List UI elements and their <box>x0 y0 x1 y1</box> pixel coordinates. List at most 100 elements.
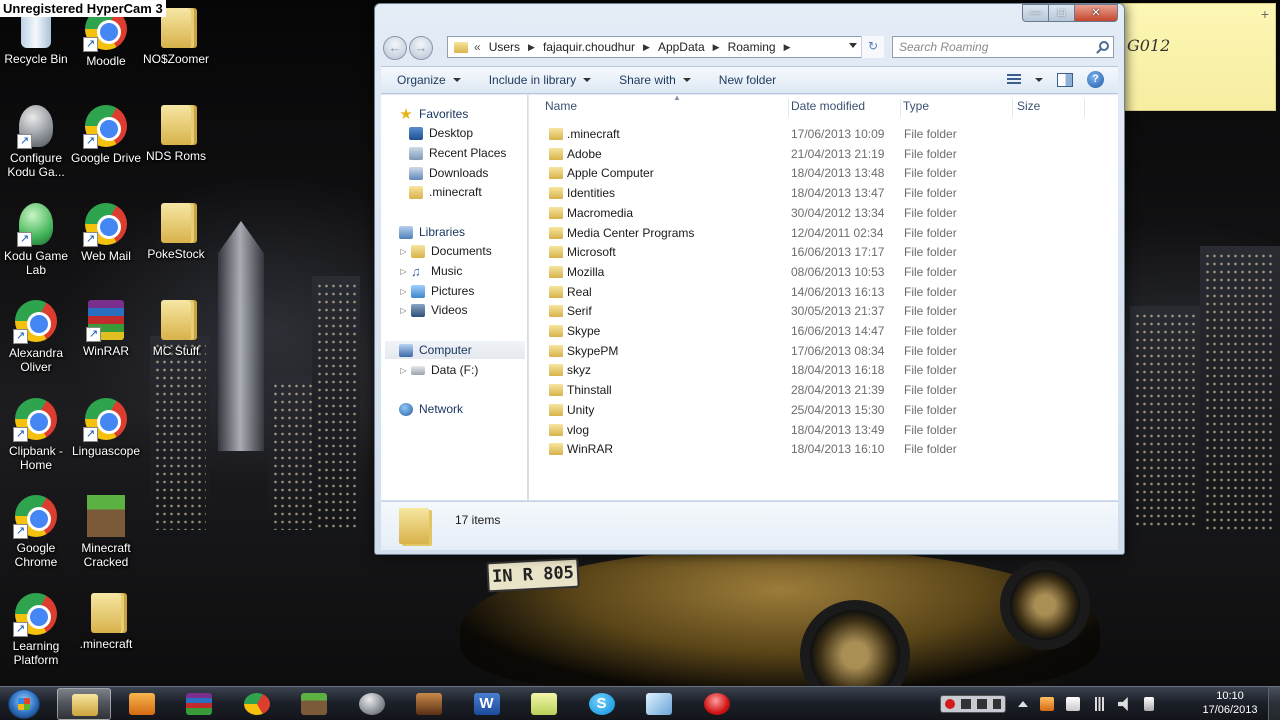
desktop-icon-google-chrome[interactable]: Google Chrome <box>0 495 72 569</box>
recording-controls[interactable] <box>940 695 1006 713</box>
nav-item-minecraft[interactable]: .minecraft <box>409 183 482 201</box>
change-view-icon[interactable] <box>1007 73 1021 86</box>
show-hidden-icons-icon[interactable] <box>1018 701 1028 707</box>
desktop-icon-learning-platform[interactable]: Learning Platform <box>0 593 72 667</box>
table-row[interactable]: skyz 18/04/2013 16:18 File folder <box>529 361 1109 380</box>
chevron-right-icon[interactable]: ▶ <box>784 42 791 53</box>
table-row[interactable]: Apple Computer 18/04/2013 13:48 File folde… <box>529 164 1109 183</box>
sticky-add-icon[interactable]: + <box>1261 6 1269 22</box>
taskbar-button-sticky-notes[interactable] <box>517 688 571 720</box>
taskbar-button-kodu[interactable] <box>345 688 399 720</box>
desktop-icon-pokestock[interactable]: PokeStock <box>140 203 212 261</box>
expand-arrow-icon[interactable]: ▷ <box>399 247 408 256</box>
tray-app-icon[interactable] <box>1040 697 1054 711</box>
show-desktop-button[interactable] <box>1268 687 1280 720</box>
taskbar-button-chrome[interactable] <box>230 688 284 720</box>
table-row[interactable]: Thinstall 28/04/2013 21:39 File folder <box>529 381 1109 400</box>
taskbar-button-skype[interactable]: S <box>575 688 629 720</box>
power-icon[interactable] <box>1144 697 1154 711</box>
expand-arrow-icon[interactable]: ▷ <box>399 306 408 315</box>
desktop-icon-mc-stuff[interactable]: MC Stuff <box>140 300 212 358</box>
table-row[interactable]: .minecraft 17/06/2013 10:09 File folder <box>529 125 1109 144</box>
nav-item-pictures[interactable]: ▷ Pictures <box>399 282 474 300</box>
chevron-right-icon[interactable]: ▶ <box>713 42 720 53</box>
taskbar-button-media-player[interactable] <box>115 688 169 720</box>
address-bar[interactable]: « Users ▶ fajaquir.choudhur ▶ AppData ▶ … <box>447 36 884 58</box>
taskbar-clock[interactable]: 10:10 17/06/2013 <box>1196 689 1264 717</box>
nav-item-recent-places[interactable]: Recent Places <box>409 144 506 162</box>
table-row[interactable]: Serif 30/05/2013 21:37 File folder <box>529 302 1109 321</box>
desktop-icon-clipbank[interactable]: Clipbank - Home <box>0 398 72 472</box>
nav-favorites[interactable]: ★ Favorites <box>399 105 468 123</box>
nav-item-videos[interactable]: ▷ Videos <box>399 301 467 319</box>
expand-arrow-icon[interactable]: ▷ <box>399 287 408 296</box>
record-close-icon[interactable] <box>993 699 1001 709</box>
preview-pane-icon[interactable] <box>1057 72 1073 87</box>
nav-item-data-drive[interactable]: ▷ Data (F:) <box>399 361 478 379</box>
share-with-menu[interactable]: Share with <box>619 73 691 87</box>
breadcrumb-roaming[interactable]: Roaming <box>728 40 776 54</box>
chevron-right-icon[interactable]: ▶ <box>528 42 535 53</box>
table-row[interactable]: Adobe 21/04/2013 21:19 File folder <box>529 145 1109 164</box>
desktop-icon-configure-kodu[interactable]: Configure Kodu Ga... <box>0 105 72 179</box>
help-icon[interactable]: ? <box>1087 71 1104 88</box>
action-center-flag-icon[interactable] <box>1066 697 1080 711</box>
desktop-icon-google-drive[interactable]: Google Drive <box>70 105 142 165</box>
sticky-note[interactable]: + G012 <box>1120 3 1276 111</box>
breadcrumb-overflow[interactable]: « <box>474 40 481 54</box>
desktop-icon-linguascope[interactable]: Linguascope <box>70 398 142 458</box>
chevron-down-icon[interactable] <box>1035 77 1043 82</box>
taskbar-button-game-character[interactable] <box>402 688 456 720</box>
desktop-icon-nds-roms[interactable]: NDS Roms <box>140 105 212 163</box>
desktop-icon-kodu-game-lab[interactable]: Kodu Game Lab <box>0 203 72 277</box>
nav-item-documents[interactable]: ▷ Documents <box>399 242 491 260</box>
back-button[interactable]: ← <box>383 36 407 60</box>
desktop-icon-web-mail[interactable]: Web Mail <box>70 203 142 263</box>
navigation-pane[interactable]: ★ Favorites Desktop Recent Places Downloa… <box>381 95 528 500</box>
breadcrumb-users[interactable]: Users <box>489 40 520 54</box>
search-input[interactable]: Search Roaming <box>892 36 1114 58</box>
table-row[interactable]: Unity 25/04/2013 15:30 File folder <box>529 401 1109 420</box>
record-stop-icon[interactable] <box>961 699 971 709</box>
include-in-library-menu[interactable]: Include in library <box>489 73 592 87</box>
expand-arrow-icon[interactable]: ▷ <box>399 366 408 375</box>
taskbar-button-word[interactable]: W <box>460 688 514 720</box>
taskbar-button-explorer[interactable] <box>57 688 111 720</box>
taskbar-button-recording[interactable] <box>690 688 744 720</box>
taskbar-button-minecraft[interactable] <box>287 688 341 720</box>
chevron-right-icon[interactable]: ▶ <box>643 42 650 53</box>
close-button[interactable]: ✕ <box>1074 4 1118 22</box>
taskbar-button-snipping-tool[interactable] <box>632 688 686 720</box>
nav-item-music[interactable]: ▷ ♫ Music <box>399 262 462 280</box>
table-row[interactable]: WinRAR 18/04/2013 16:10 File folder <box>529 440 1109 459</box>
desktop-icon-minecraft-folder[interactable]: .minecraft <box>70 593 142 651</box>
forward-button[interactable]: → <box>409 36 433 60</box>
nav-libraries[interactable]: Libraries <box>399 223 465 241</box>
minimize-button[interactable]: — <box>1022 4 1048 22</box>
start-button[interactable] <box>8 689 40 719</box>
expand-arrow-icon[interactable]: ▷ <box>399 267 408 276</box>
explorer-window[interactable]: — □ ✕ ← → « Users ▶ fajaquir.choudhur ▶ … <box>374 3 1125 555</box>
new-folder-button[interactable]: New folder <box>719 73 776 87</box>
table-row[interactable]: Macromedia 30/04/2012 13:34 File folder <box>529 204 1109 223</box>
volume-icon[interactable] <box>1118 697 1128 711</box>
desktop-icon-moodle[interactable]: Moodle <box>70 8 142 68</box>
breadcrumb-user[interactable]: fajaquir.choudhur <box>543 40 635 54</box>
column-header-date[interactable]: Date modified <box>791 99 901 117</box>
column-header-type[interactable]: Type <box>903 99 1013 117</box>
desktop-icon-alexandra-oliver[interactable]: Alexandra Oliver <box>0 300 72 374</box>
table-row[interactable]: Real 14/06/2013 16:13 File folder <box>529 283 1109 302</box>
record-pause-icon[interactable] <box>945 699 955 709</box>
nav-computer[interactable]: Computer <box>385 341 525 359</box>
address-history-dropdown[interactable] <box>849 43 857 48</box>
column-header-size[interactable]: Size <box>1017 99 1085 117</box>
file-list[interactable]: Name ▲ Date modified Type Size .minecraf… <box>529 95 1118 500</box>
nav-item-downloads[interactable]: Downloads <box>409 164 488 182</box>
record-window-icon[interactable] <box>977 699 987 709</box>
table-row[interactable]: SkypePM 17/06/2013 08:34 File folder <box>529 342 1109 361</box>
nav-network[interactable]: Network <box>399 400 463 418</box>
table-row[interactable]: Mozilla 08/06/2013 10:53 File folder <box>529 263 1109 282</box>
organize-menu[interactable]: Organize <box>397 73 461 87</box>
taskbar-button-winrar[interactable] <box>172 688 226 720</box>
search-icon[interactable] <box>1099 41 1109 51</box>
